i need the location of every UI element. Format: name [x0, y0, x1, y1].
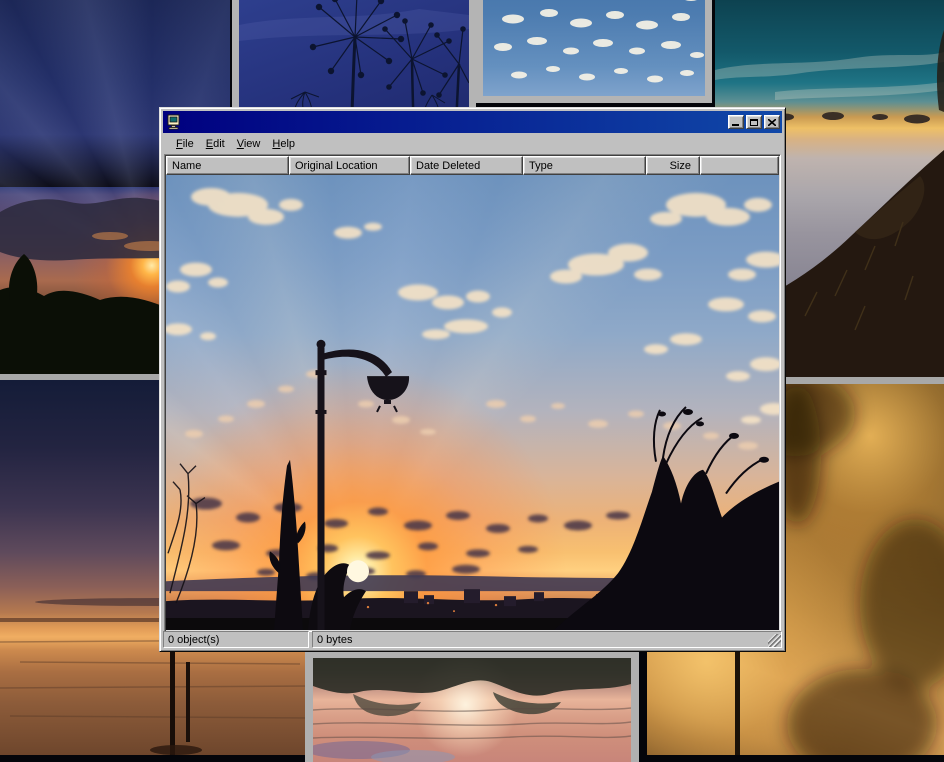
title-bar[interactable]: [163, 111, 782, 133]
column-header-stub: [700, 156, 779, 175]
column-header-date-deleted[interactable]: Date Deleted: [410, 156, 523, 175]
menu-help[interactable]: Help: [266, 137, 301, 151]
status-bar: 0 object(s) 0 bytes: [163, 631, 782, 648]
minimize-icon: [732, 124, 739, 126]
menu-view[interactable]: View: [231, 137, 267, 151]
column-header-name[interactable]: Name: [166, 156, 289, 175]
desktop: { "window": { "title": "", "menu": { "it…: [0, 0, 944, 755]
close-icon: [768, 119, 776, 126]
wallpaper-photo-blue-sky-clouds: [476, 0, 712, 103]
file-list-view[interactable]: Name Original Location Date Deleted Type…: [164, 154, 781, 632]
menu-file[interactable]: File: [170, 137, 200, 151]
maximize-button[interactable]: [746, 115, 762, 129]
computer-icon: [166, 114, 182, 130]
column-header-original-location[interactable]: Original Location: [289, 156, 410, 175]
menu-edit[interactable]: Edit: [200, 137, 231, 151]
minimize-button[interactable]: [728, 115, 744, 129]
window-background-photo-sunset-lamp: [166, 175, 779, 630]
column-header-type[interactable]: Type: [523, 156, 646, 175]
status-object-count: 0 object(s): [163, 631, 309, 648]
menu-bar: File Edit View Help: [163, 135, 782, 153]
column-header-size[interactable]: Size: [646, 156, 700, 175]
close-button[interactable]: [764, 115, 780, 129]
maximize-icon: [750, 119, 758, 126]
recycle-bin-window: File Edit View Help Name Original Locati…: [159, 107, 786, 652]
column-header-row: Name Original Location Date Deleted Type…: [166, 156, 779, 175]
wallpaper-photo-water-reflection: [305, 650, 639, 762]
status-total-size: 0 bytes: [312, 631, 782, 648]
resize-grip-icon[interactable]: [768, 634, 781, 647]
